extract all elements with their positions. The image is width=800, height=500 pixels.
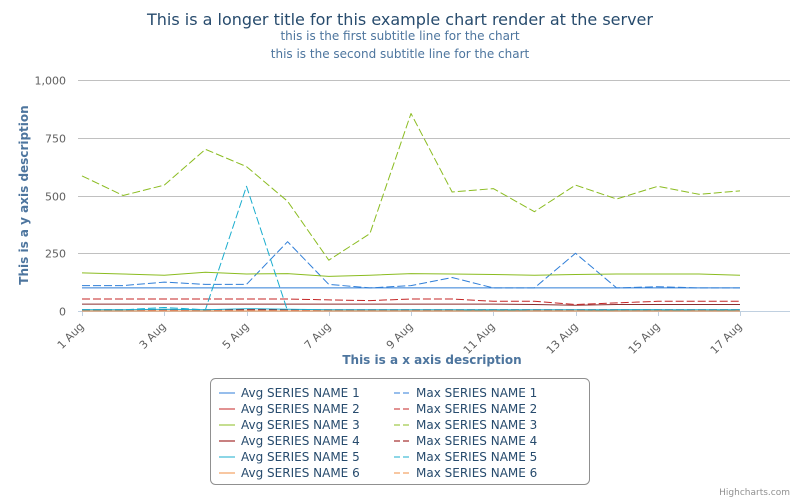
legend-label: Max SERIES NAME 1: [416, 386, 537, 400]
legend-label: Avg SERIES NAME 6: [241, 466, 360, 480]
legend: Avg SERIES NAME 1 Max SERIES NAME 1 Avg SE…: [210, 378, 590, 485]
grid-lines: [78, 80, 790, 312]
legend-item[interactable]: Avg SERIES NAME 5: [219, 450, 360, 464]
x-tick-label: 3 Aug: [137, 320, 169, 352]
x-tick-label: 1 Aug: [55, 320, 87, 352]
series-lines: [81, 113, 741, 312]
x-tick-label: 17 Aug: [708, 320, 745, 357]
x-axis-title: This is a x axis description: [342, 353, 521, 367]
y-tick-label: 500: [45, 191, 66, 204]
legend-item[interactable]: Max SERIES NAME 4: [394, 434, 537, 448]
legend-item[interactable]: Avg SERIES NAME 1: [219, 386, 360, 400]
y-tick-label: 0: [59, 306, 66, 319]
legend-label: Avg SERIES NAME 4: [241, 434, 360, 448]
x-tick-label: 13 Aug: [544, 320, 581, 357]
legend-item[interactable]: Max SERIES NAME 6: [394, 466, 537, 480]
legend-label: Max SERIES NAME 2: [416, 402, 537, 416]
legend-label: Max SERIES NAME 5: [416, 450, 537, 464]
x-tick-label: 7 Aug: [302, 320, 334, 352]
legend-item[interactable]: Max SERIES NAME 3: [394, 418, 537, 432]
x-tick-label: 11 Aug: [461, 320, 498, 357]
y-tick-label: 250: [45, 248, 66, 261]
legend-item[interactable]: Max SERIES NAME 2: [394, 402, 537, 416]
legend-label: Avg SERIES NAME 3: [241, 418, 360, 432]
series-line-6[interactable]: [81, 113, 741, 261]
y-tick-label: 750: [45, 133, 66, 146]
chart-subtitle-2: this is the second subtitle line for the…: [271, 47, 530, 61]
y-axis-title: This is a y axis description: [17, 105, 31, 284]
series-line-3[interactable]: [82, 303, 740, 306]
legend-label: Max SERIES NAME 6: [416, 466, 537, 480]
legend-item[interactable]: Avg SERIES NAME 6: [219, 466, 360, 480]
legend-label: Max SERIES NAME 4: [416, 434, 537, 448]
legend-label: Avg SERIES NAME 5: [241, 450, 360, 464]
legend-label: Avg SERIES NAME 1: [241, 386, 360, 400]
line-chart: This is a longer title for this example …: [17, 10, 790, 498]
legend-item[interactable]: Avg SERIES NAME 4: [219, 434, 360, 448]
y-axis-ticks: 0 250 500 750 1,000: [35, 75, 67, 319]
series-line-2[interactable]: [82, 241, 740, 289]
x-axis-ticks: 1 Aug 3 Aug 5 Aug 7 Aug 9 Aug 11 Aug 13 Aug 15 …: [55, 311, 745, 357]
y-tick-label: 1,000: [35, 75, 67, 88]
credits-link[interactable]: Highcharts.com: [719, 488, 790, 498]
legend-item[interactable]: Max SERIES NAME 1: [394, 386, 537, 400]
legend-label: Avg SERIES NAME 2: [241, 402, 360, 416]
chart-subtitle-1: this is the first subtitle line for the …: [280, 29, 519, 43]
chart-title: This is a longer title for this example …: [146, 10, 653, 29]
x-tick-label: 9 Aug: [384, 320, 416, 352]
legend-item[interactable]: Avg SERIES NAME 3: [219, 418, 360, 432]
x-tick-label: 5 Aug: [220, 320, 252, 352]
legend-item[interactable]: Max SERIES NAME 5: [394, 450, 537, 464]
series-line-10[interactable]: [82, 185, 741, 312]
legend-item[interactable]: Avg SERIES NAME 2: [219, 402, 360, 416]
series-line-5[interactable]: [81, 271, 741, 277]
x-tick-label: 15 Aug: [626, 320, 663, 357]
legend-label: Max SERIES NAME 3: [416, 418, 537, 432]
